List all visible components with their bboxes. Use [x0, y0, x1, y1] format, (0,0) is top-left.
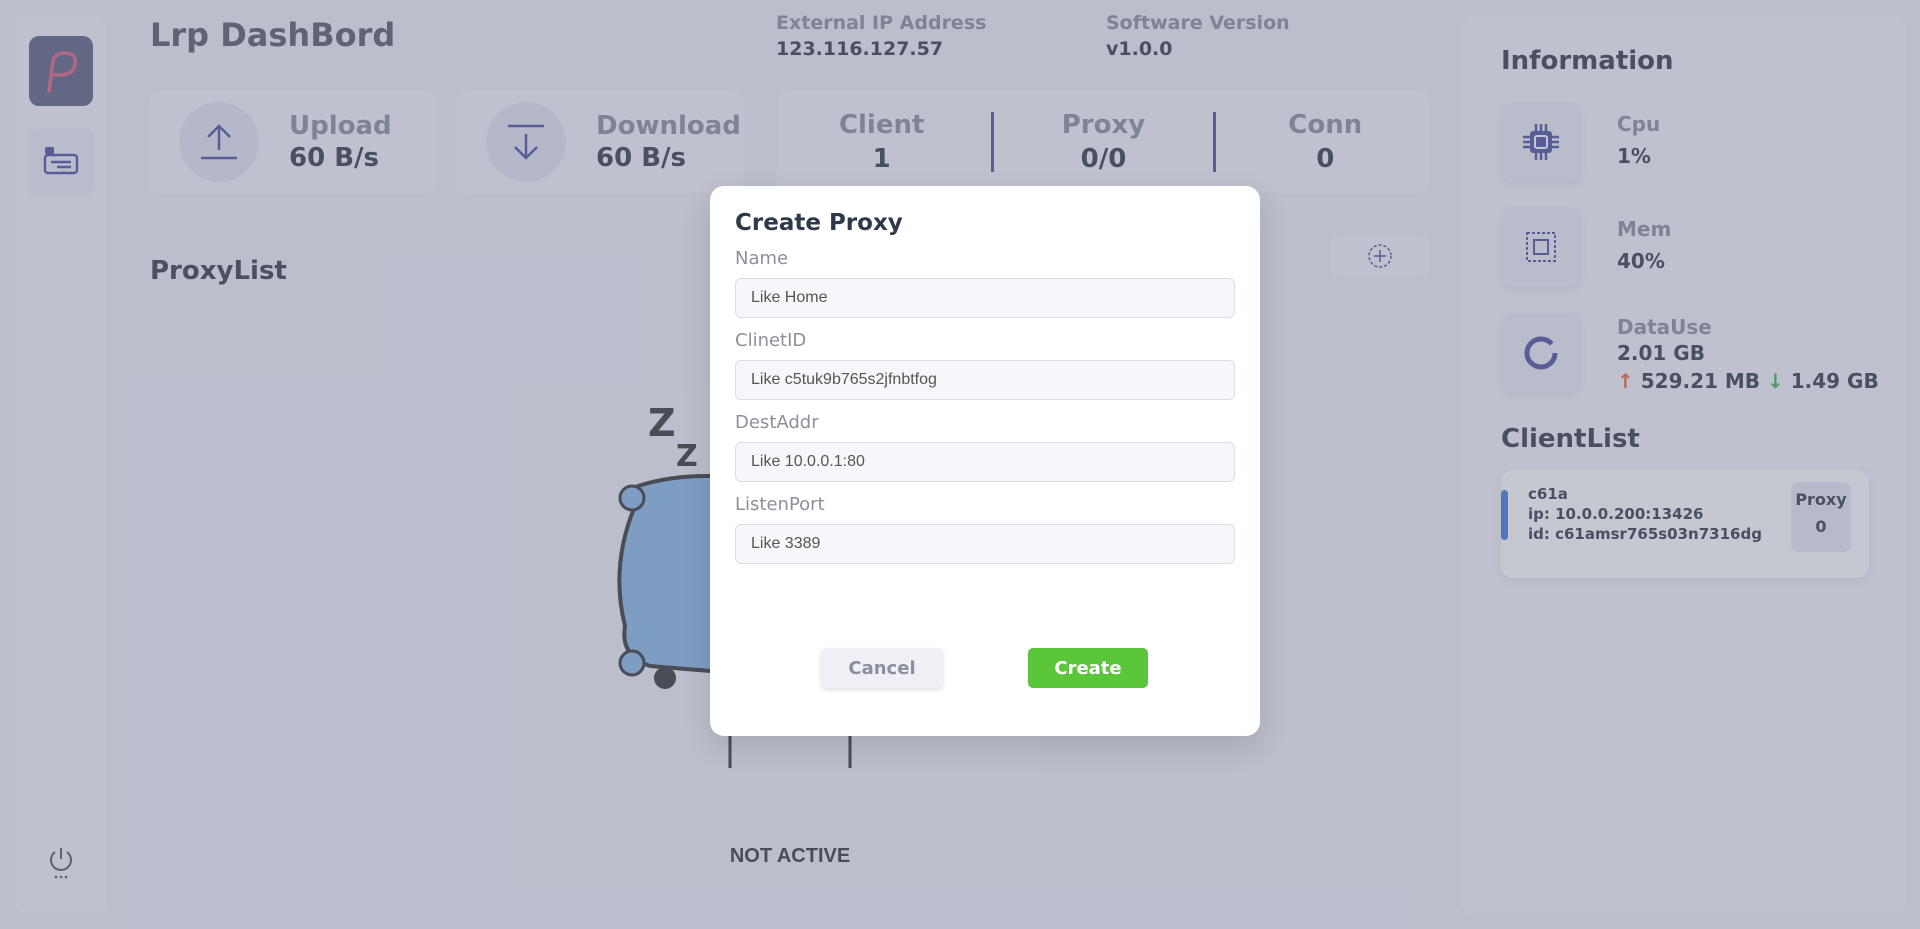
cancel-button[interactable]: Cancel [821, 648, 943, 688]
dialog-title: Create Proxy [735, 210, 903, 236]
create-proxy-dialog: Create Proxy Name ClinetID DestAddr List… [710, 186, 1260, 736]
clientid-input[interactable] [735, 360, 1235, 400]
destaddr-input[interactable] [735, 442, 1235, 482]
listenport-input[interactable] [735, 524, 1235, 564]
name-label: Name [735, 248, 789, 269]
clientid-label: ClinetID [735, 330, 807, 351]
name-input[interactable] [735, 278, 1235, 318]
destaddr-label: DestAddr [735, 412, 819, 433]
name-field: Name [735, 248, 1235, 318]
listenport-label: ListenPort [735, 494, 825, 515]
create-button[interactable]: Create [1028, 648, 1148, 688]
listenport-field: ListenPort [735, 494, 1235, 564]
destaddr-field: DestAddr [735, 412, 1235, 482]
clientid-field: ClinetID [735, 330, 1235, 400]
